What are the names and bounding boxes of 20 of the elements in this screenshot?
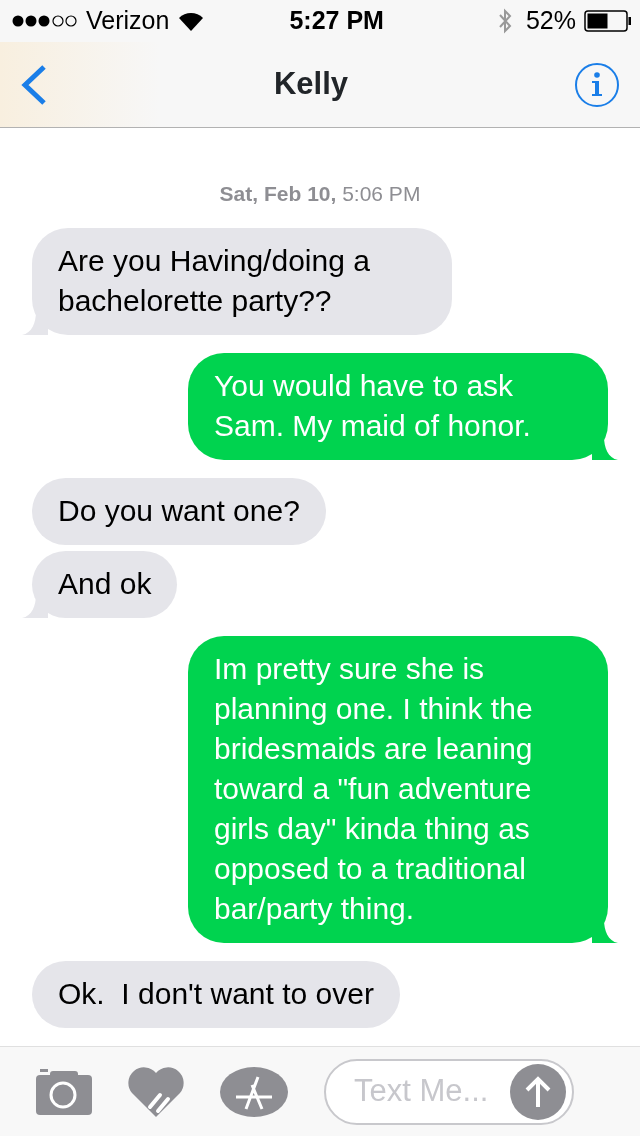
- back-icon[interactable]: [20, 63, 48, 106]
- app-store-icon[interactable]: [220, 1066, 288, 1117]
- message-field[interactable]: Text Me...: [324, 1058, 574, 1125]
- message-input[interactable]: Text Me...: [352, 1067, 502, 1116]
- heart-icon[interactable]: [128, 1066, 184, 1117]
- received-message: Ok. I don't want to over: [32, 960, 400, 1028]
- arrow-up-icon: [523, 1074, 553, 1109]
- bluetooth-icon: [497, 8, 512, 34]
- message-timestamp: Sat, Feb 10, 5:06 PM: [218, 181, 422, 207]
- info-icon[interactable]: [574, 61, 620, 108]
- wifi-icon: [177, 10, 206, 32]
- battery-percentage: 52%: [525, 5, 576, 37]
- signal-icon: [12, 14, 78, 28]
- clock-time: 5:27 PM: [289, 5, 384, 37]
- send-button[interactable]: [510, 1063, 566, 1120]
- camera-icon[interactable]: [36, 1068, 92, 1115]
- carrier-name: Verizon: [86, 5, 170, 37]
- received-message: Do you want one?: [32, 477, 326, 545]
- contact-name: Kelly: [273, 65, 349, 104]
- battery-icon: [584, 10, 632, 32]
